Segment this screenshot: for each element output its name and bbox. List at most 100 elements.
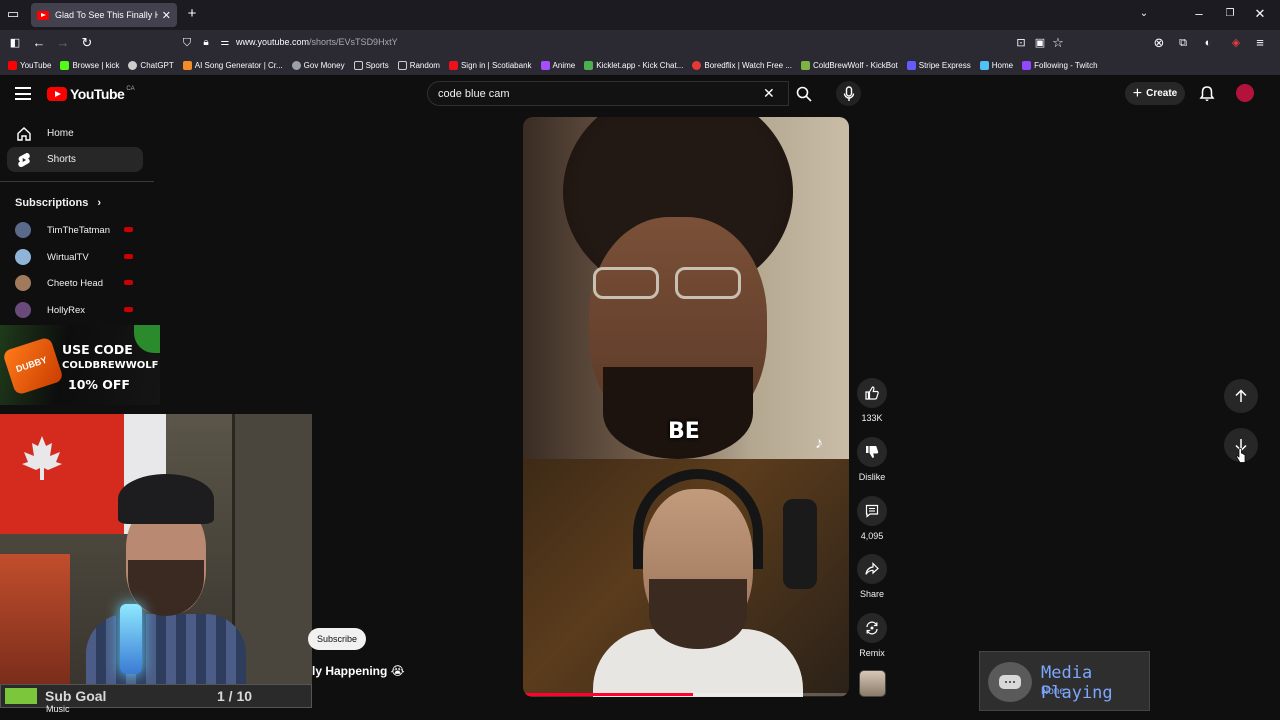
bookmark-ai-song[interactable]: AI Song Generator | Cr... — [182, 61, 283, 70]
reload-icon[interactable]: ↻ — [79, 35, 95, 51]
media-title: Media Playing — [1041, 663, 1113, 703]
bookmark-twitch[interactable]: Following - Twitch — [1022, 61, 1098, 70]
bookmark-folder-random[interactable]: Random — [397, 61, 440, 70]
browser-menu-icon[interactable]: ≡ — [1252, 35, 1268, 51]
window-minimize-icon[interactable]: – — [1191, 6, 1207, 22]
bookmark-folder-sports[interactable]: Sports — [353, 61, 389, 70]
bookmark-kick[interactable]: Browse | kick — [60, 61, 119, 70]
previous-short-button[interactable] — [1224, 379, 1258, 413]
forward-icon[interactable]: → — [55, 35, 71, 51]
comments-button[interactable]: 4,095 — [856, 496, 888, 541]
like-button[interactable]: 133K — [856, 378, 888, 423]
youtube-icon — [8, 61, 17, 70]
bookmark-label: Following - Twitch — [1034, 61, 1098, 70]
address-bar[interactable]: www.youtube.com/shorts/EVsTSD9HxtY — [236, 37, 398, 47]
bookmark-kickbot[interactable]: ColdBrewWolf - KickBot — [800, 61, 898, 70]
browser-tab-active[interactable]: Glad To See This Finally Ha ✕ — [31, 3, 177, 27]
maple-leaf-icon — [22, 436, 62, 480]
video-progress-bar[interactable] — [523, 693, 849, 696]
extensions-puzzle-icon[interactable]: ⧉ — [1175, 35, 1191, 51]
dark-mode-icon[interactable]: ◐ — [1200, 35, 1216, 51]
bookmark-gov-money[interactable]: Gov Money — [291, 61, 345, 70]
tab-close-icon[interactable]: ✕ — [162, 9, 171, 22]
extension-badge-icon[interactable]: ◈ — [1228, 35, 1244, 51]
screenshot-icon[interactable]: ⊡ — [1013, 35, 1029, 51]
search-button[interactable] — [790, 81, 818, 106]
folder-icon — [397, 61, 407, 70]
sidebar-divider — [0, 181, 154, 182]
dislike-label: Dislike — [858, 472, 886, 482]
bookmark-boredflix[interactable]: Boredflix | Watch Free ... — [692, 61, 792, 70]
dislike-button[interactable]: Dislike — [856, 437, 888, 482]
bookmark-label: Sports — [365, 61, 389, 70]
tab-overflow-chevron-icon[interactable]: ⌄ — [1136, 6, 1152, 22]
youtube-play-icon — [47, 87, 67, 101]
reader-view-icon[interactable]: ▣ — [1032, 35, 1048, 51]
shield-icon[interactable]: ⛉ — [179, 35, 195, 51]
comment-count: 4,095 — [860, 531, 884, 541]
search-clear-icon[interactable]: ✕ — [763, 85, 775, 101]
tab-list-icon[interactable]: ▭ — [5, 6, 21, 22]
subscription-item[interactable]: WirtualTV — [15, 248, 145, 266]
scotiabank-icon — [448, 61, 458, 70]
share-button[interactable]: Share — [856, 554, 888, 599]
media-playing-widget: Media Playing None — [979, 651, 1150, 711]
sidebar-item-music[interactable]: Music — [46, 704, 70, 714]
sidebar-item-home[interactable]: Home — [7, 121, 143, 146]
subscribe-button[interactable]: Subscribe — [308, 628, 366, 650]
bookmark-youtube[interactable]: YouTube — [8, 61, 51, 70]
video-bottom-panel — [523, 459, 849, 697]
subscriptions-heading[interactable]: Subscriptions › — [15, 197, 101, 209]
new-tab-icon[interactable]: + — [184, 6, 200, 22]
video-beard — [603, 367, 753, 459]
shorts-video-player[interactable]: BE ♪ — [523, 117, 849, 697]
sidebar-item-label: Home — [47, 128, 74, 139]
bookmark-star-icon[interactable]: ☆ — [1050, 35, 1066, 51]
channel-avatar — [15, 275, 31, 291]
bookmark-label: Home — [991, 61, 1014, 70]
bookmark-label: Sign in | Scotiabank — [460, 61, 532, 70]
boredflix-icon — [692, 61, 702, 70]
sidebar-item-shorts[interactable]: Shorts — [7, 147, 143, 172]
bookmark-scotiabank[interactable]: Sign in | Scotiabank — [448, 61, 532, 70]
remix-label: Remix — [859, 648, 885, 658]
live-indicator-icon — [124, 227, 133, 232]
subscription-item[interactable]: TimTheTatman — [15, 221, 145, 239]
channel-avatar — [15, 249, 31, 265]
channel-avatar — [15, 222, 31, 238]
window-close-icon[interactable]: ✕ — [1252, 6, 1268, 22]
subscription-item[interactable]: HollyRex — [15, 301, 145, 319]
guide-menu-icon[interactable] — [15, 87, 31, 100]
sub-goal-progress-fill — [5, 688, 37, 704]
create-button[interactable]: + Create — [1125, 82, 1185, 105]
leaf-decoration — [134, 325, 160, 353]
search-input[interactable]: code blue cam — [427, 81, 789, 106]
remix-button[interactable]: Remix — [856, 613, 888, 658]
sidebar-toggle-icon[interactable]: ◧ — [7, 35, 23, 51]
youtube-logo[interactable]: YouTube CA — [47, 86, 135, 102]
permissions-icon[interactable]: ⚌ — [217, 35, 233, 51]
chevron-right-icon: › — [97, 197, 102, 209]
voice-search-button[interactable] — [836, 81, 861, 106]
extension-close-icon[interactable]: ⊗ — [1151, 35, 1167, 51]
microphone-icon — [843, 85, 854, 101]
bookmark-kicklet[interactable]: Kicklet.app - Kick Chat... — [584, 61, 683, 70]
account-avatar[interactable] — [1236, 84, 1254, 102]
bookmark-label: AI Song Generator | Cr... — [194, 61, 283, 70]
lock-icon[interactable]: 🔒︎ — [198, 35, 214, 51]
product-can-image — [2, 336, 64, 396]
bookmark-label: Stripe Express — [918, 61, 971, 70]
bookmark-chatgpt[interactable]: ChatGPT — [128, 61, 174, 70]
bookmark-stripe[interactable]: Stripe Express — [906, 61, 971, 70]
bookmark-anime[interactable]: Anime — [540, 61, 576, 70]
channel-thumbnail[interactable] — [859, 670, 886, 697]
bookmark-home[interactable]: Home — [979, 61, 1014, 70]
bookmark-label: Anime — [552, 61, 576, 70]
window-restore-icon[interactable]: ❐ — [1222, 6, 1238, 22]
subscription-item[interactable]: Cheeto Head — [15, 274, 145, 292]
notifications-bell-icon[interactable] — [1198, 85, 1216, 103]
streamer-webcam — [0, 414, 312, 684]
search-icon — [796, 86, 812, 102]
back-icon[interactable]: ← — [31, 35, 47, 51]
create-label: Create — [1146, 88, 1178, 99]
